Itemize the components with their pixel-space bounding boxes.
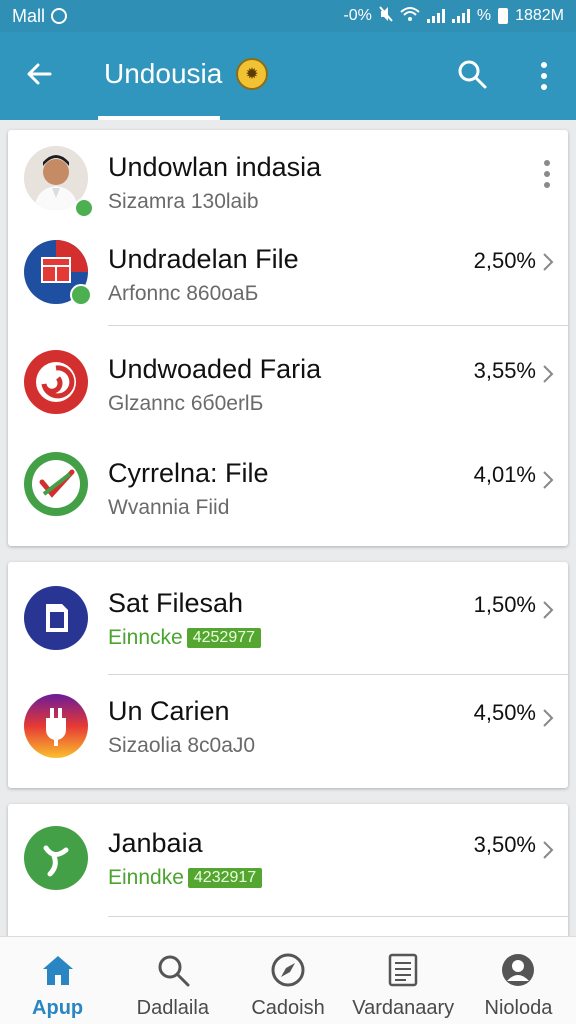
divider — [108, 916, 568, 917]
item-subtitle-text: Einncke — [108, 626, 183, 649]
status-badge — [74, 198, 94, 218]
compass-icon — [271, 953, 305, 987]
item-subtitle: Sizamra 130laib — [108, 190, 259, 213]
nav-item-profile[interactable]: Nioloda — [461, 937, 576, 1024]
item-subtitle: Einncke 4252977 — [108, 626, 262, 650]
chevron-right-icon — [543, 253, 554, 271]
status-bar: Mall -0% % 1882M — [0, 0, 576, 32]
item-subtitle: Einndke 4232917 — [108, 866, 263, 890]
item-percent: 2,50% — [473, 248, 536, 273]
divider — [108, 325, 568, 326]
list-item[interactable]: Undowlan indasia Sizamra 130laib — [8, 140, 568, 240]
status-badge — [70, 284, 92, 306]
item-percent: 3,50% — [473, 832, 536, 857]
list-item[interactable]: Cyrrelna: File Wvannia Fiid 4,01% — [8, 442, 568, 542]
signal-2-icon — [451, 9, 470, 23]
card-downloads-1: Undowlan indasia Sizamra 130laib Undrade… — [8, 130, 568, 546]
chevron-right-icon — [543, 471, 554, 489]
status-badge: 4232917 — [187, 868, 263, 888]
status-badge: 4252977 — [186, 628, 262, 648]
search-icon — [158, 955, 190, 987]
file-app-icon — [24, 586, 88, 650]
item-subtitle: Arfonnc 860oaБ — [108, 282, 259, 305]
plug-app-icon — [24, 694, 88, 758]
card-downloads-2: Sat Filesah Einncke 4252977 1,50% Un Cari… — [8, 562, 568, 788]
item-title: Cyrrelna: File — [108, 458, 269, 488]
tab-indicator — [98, 116, 220, 120]
list-item[interactable]: Sat Filesah Einncke 4252977 1,50% — [8, 568, 568, 675]
sync-icon — [51, 8, 68, 24]
overflow-menu-button[interactable] — [530, 56, 558, 96]
chevron-right-icon — [543, 601, 554, 619]
item-subtitle: Wvannia Fiid — [108, 496, 230, 519]
nav-label: Dadlaila — [136, 997, 209, 1019]
chevron-right-icon — [543, 365, 554, 383]
wifi-icon — [400, 6, 420, 27]
emblem-icon: ✹ — [236, 58, 268, 90]
list-item[interactable]: Un Carien Sizaolia 8c0aJ0 4,50% — [8, 680, 568, 780]
bottom-navigation: Apup Dadlaila Cadoish Vardanaary Nioloda — [0, 936, 576, 1024]
chevron-right-icon — [543, 841, 554, 859]
arrow-left-icon — [27, 63, 52, 85]
card-downloads-3: Janbaia Einndke 4232917 3,50% — [8, 804, 568, 944]
item-percent: 4,50% — [473, 700, 536, 725]
divider — [108, 674, 568, 675]
item-title: Janbaia — [108, 828, 203, 858]
item-percent: 4,01% — [473, 462, 536, 487]
back-button[interactable] — [20, 54, 60, 94]
search-button[interactable] — [454, 56, 490, 92]
signal-icon — [426, 9, 445, 23]
item-subtitle-text: Einndke — [108, 866, 184, 889]
item-title: Undowlan indasia — [108, 152, 322, 182]
nav-item-documents[interactable]: Vardanaary — [346, 937, 461, 1024]
profile-icon — [502, 954, 535, 986]
battery-percent: % — [476, 7, 492, 24]
nav-item-home[interactable]: Apup — [0, 937, 115, 1024]
more-vert-icon — [544, 160, 550, 188]
nav-label: Apup — [32, 997, 84, 1019]
leaf-app-icon — [24, 826, 88, 890]
item-percent: 1,50% — [473, 592, 536, 617]
item-percent: 3,55% — [473, 358, 536, 383]
item-menu-button[interactable] — [542, 158, 552, 190]
item-title: Undradelan File — [108, 244, 299, 274]
check-app-icon — [24, 452, 88, 516]
home-icon — [42, 956, 73, 985]
chevron-right-icon — [543, 709, 554, 727]
swirl-app-icon — [24, 350, 88, 414]
item-subtitle: Sizaolia 8c0aJ0 — [108, 734, 256, 757]
document-icon — [388, 953, 418, 987]
search-icon — [458, 60, 487, 89]
battery-icon — [498, 8, 509, 24]
list-item[interactable]: Undwoaded Faria Glzannc 6б0erlБ 3,55% — [8, 340, 568, 440]
nav-label: Vardanaary — [352, 997, 455, 1019]
item-title: Sat Filesah — [108, 588, 244, 618]
data-indicator: -0% — [343, 7, 372, 24]
more-vert-icon — [541, 62, 547, 90]
mute-icon — [379, 5, 393, 27]
nav-label: Cadoish — [251, 997, 325, 1019]
nav-label: Nioloda — [484, 997, 553, 1019]
carrier-label: Mall — [12, 5, 46, 26]
item-title: Undwoaded Faria — [108, 354, 322, 384]
app-title: Undousia — [104, 58, 223, 89]
list-item[interactable]: Undradelan File Arfonnc 860oaБ 2,50% — [8, 230, 568, 330]
list-item[interactable]: Janbaia Einndke 4232917 3,50% — [8, 810, 568, 917]
nav-item-search[interactable]: Dadlaila — [115, 937, 230, 1024]
item-subtitle: Glzannc 6б0erlБ — [108, 392, 264, 415]
nav-item-explore[interactable]: Cadoish — [230, 937, 345, 1024]
clock: 1882M — [515, 7, 564, 24]
app-bar: Undousia ✹ — [0, 32, 576, 120]
item-title: Un Carien — [108, 696, 230, 726]
